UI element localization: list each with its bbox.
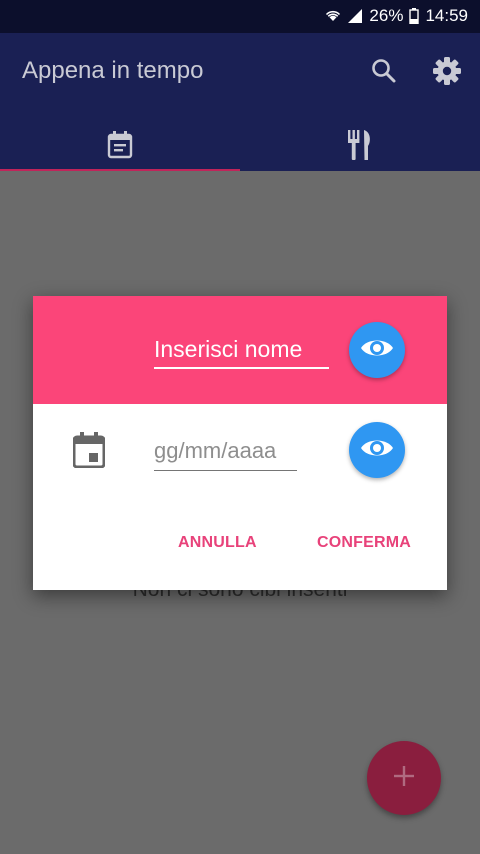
name-input[interactable] <box>154 336 329 369</box>
signal-icon <box>347 8 363 24</box>
name-eye-button[interactable] <box>349 322 405 378</box>
app-title: Appena in tempo <box>22 57 204 84</box>
battery-percent: 26% <box>369 6 404 25</box>
app-bar: Appena in tempo <box>0 33 480 171</box>
plus-icon <box>393 765 415 792</box>
eye-icon <box>360 336 394 365</box>
add-food-dialog: ANNULLA CONFERMA <box>33 296 447 590</box>
status-bar: 26% 14:59 <box>0 0 480 33</box>
fork-knife-icon <box>346 129 374 165</box>
confirm-button[interactable]: CONFERMA <box>317 534 411 552</box>
date-eye-button[interactable] <box>349 422 405 478</box>
clock: 14:59 <box>425 6 468 25</box>
calendar-list-icon <box>107 130 133 164</box>
wifi-icon <box>325 8 341 24</box>
tab-food[interactable] <box>240 123 480 171</box>
cancel-button[interactable]: ANNULLA <box>178 534 257 552</box>
date-input[interactable] <box>154 438 297 471</box>
tab-calendar[interactable] <box>0 123 240 171</box>
eye-icon <box>360 436 394 465</box>
status-icons: 26% 14:59 <box>325 6 468 26</box>
calendar-icon <box>72 432 106 473</box>
battery-icon <box>409 8 420 24</box>
add-fab-button[interactable] <box>367 741 441 815</box>
settings-icon[interactable] <box>431 55 463 87</box>
tab-indicator <box>0 169 240 171</box>
dialog-header <box>33 296 447 404</box>
search-icon[interactable] <box>368 55 400 87</box>
